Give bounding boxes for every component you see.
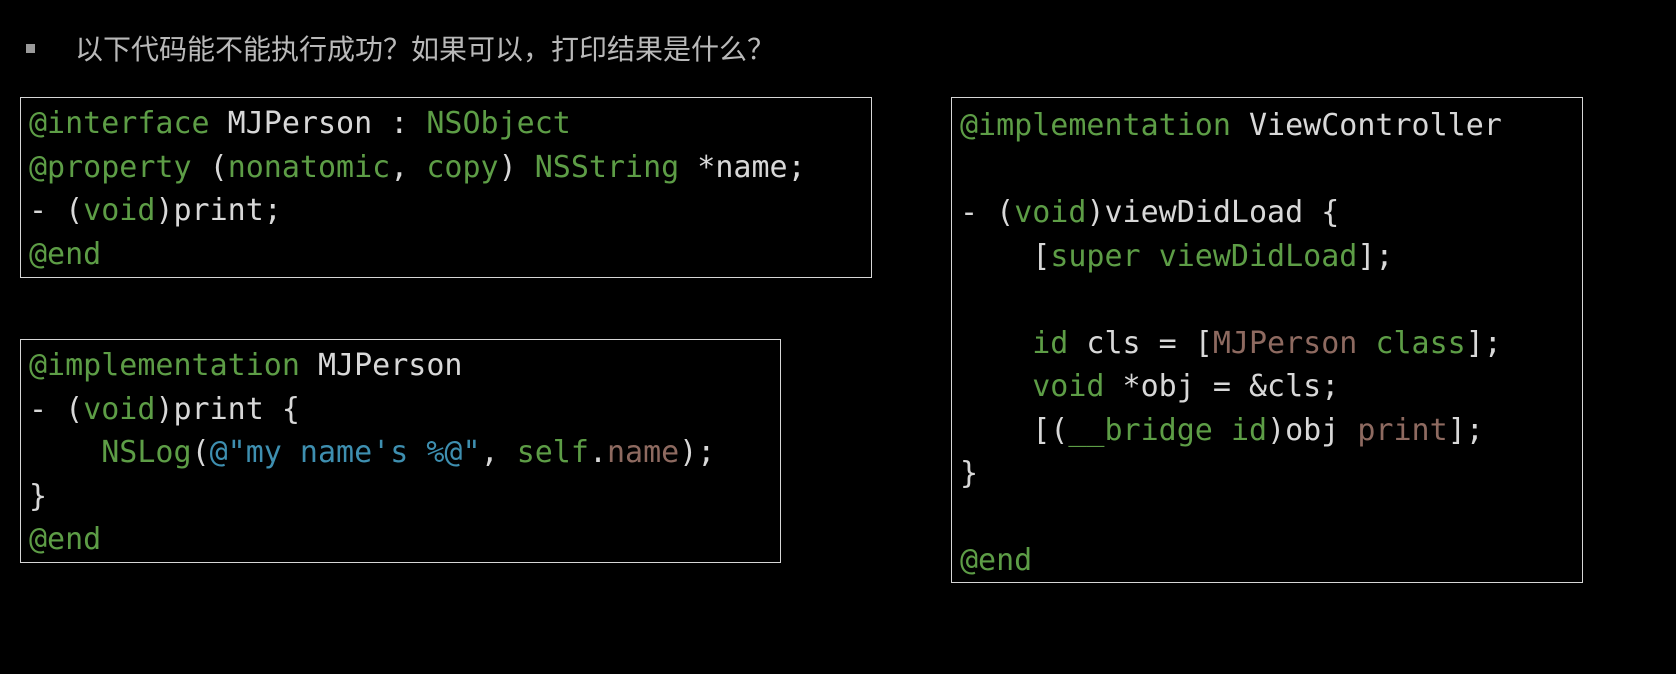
code-token: NSString (534, 149, 680, 185)
code-token: @end (960, 543, 1033, 578)
code-block-implementation: @implementation MJPerson - (void)print { … (20, 339, 781, 563)
code-token: nonatomic (227, 149, 391, 185)
code-token: id (1032, 325, 1069, 361)
code-line: - (void)print; (29, 189, 871, 233)
code-token: @property (29, 149, 192, 185)
code-token: class (1375, 325, 1466, 361)
code-token: void (83, 193, 156, 228)
code-token: @end (29, 236, 102, 272)
code-token: )print { (155, 391, 300, 427)
code-token: ) (498, 149, 535, 185)
code-token: void (1014, 195, 1087, 230)
code-token: copy (426, 149, 499, 185)
code-line: [(__bridge id)obj print]; (960, 409, 1582, 453)
code-token: ]; (1447, 412, 1484, 448)
code-token: name (607, 435, 680, 470)
code-token: self (516, 435, 589, 470)
code-token: @end (29, 522, 102, 557)
code-line: @interface MJPerson : NSObject (29, 102, 871, 146)
code-token: } (960, 456, 979, 491)
question-text: 以下代码能不能执行成功？如果可以，打印结果是什么？ (75, 33, 776, 66)
code-token: ( (191, 435, 210, 470)
code-token: ( (191, 149, 228, 185)
code-token: } (29, 478, 48, 514)
code-token: [( (960, 412, 1069, 448)
code-line: @end (960, 539, 1582, 583)
code-token: . (588, 435, 607, 470)
code-line: @property (nonatomic, copy) NSString *na… (29, 146, 871, 190)
code-token: ]; (1357, 238, 1394, 274)
code-line: - (void)print { (29, 388, 780, 432)
code-line: [super viewDidLoad]; (960, 235, 1582, 279)
code-token: MJPerson (1212, 325, 1358, 361)
code-token: __bridge (1068, 412, 1213, 448)
code-token: *obj = &cls; (1104, 369, 1340, 404)
code-line: } (29, 475, 780, 519)
code-line: id cls = [MJPerson class]; (960, 322, 1582, 366)
code-token: void (1032, 369, 1105, 404)
code-line: @implementation MJPerson (29, 344, 780, 388)
code-token: @implementation (960, 108, 1231, 143)
code-token: - ( (29, 391, 84, 427)
code-token: NSLog (101, 435, 192, 470)
code-token: @implementation (29, 348, 300, 383)
code-token: , (390, 149, 427, 185)
code-token: - ( (29, 193, 84, 228)
code-token: ); (679, 435, 716, 470)
code-token: *name; (679, 149, 806, 185)
code-line: @end (29, 518, 780, 562)
code-token: )obj (1267, 412, 1358, 448)
code-token: cls = [ (1068, 325, 1213, 361)
code-line: void *obj = &cls; (960, 365, 1582, 409)
code-token: super (1050, 238, 1141, 274)
code-line: } (960, 452, 1582, 496)
code-token: print (1357, 412, 1448, 448)
code-token: id (1230, 412, 1268, 448)
code-token: @interface (29, 106, 210, 141)
code-token: void (83, 391, 156, 427)
code-token: viewDidLoad (1158, 238, 1358, 274)
code-block-interface: @interface MJPerson : NSObject @property … (20, 97, 872, 278)
code-line: - (void)viewDidLoad { (960, 191, 1582, 235)
code-token: MJPerson (299, 348, 463, 383)
code-token: ]; (1465, 325, 1502, 361)
code-token: @"my name's %@" (209, 435, 481, 470)
code-line: @implementation ViewController (960, 104, 1582, 148)
code-token: MJPerson : (209, 106, 427, 141)
code-block-viewcontroller: @implementation ViewController - (void)vi… (951, 97, 1583, 583)
bullet-icon (26, 43, 35, 53)
code-token: NSObject (426, 106, 571, 141)
code-token: )viewDidLoad { (1086, 195, 1340, 230)
code-token: , (480, 435, 517, 470)
code-token: ViewController (1230, 108, 1502, 143)
code-token: [ (960, 238, 1051, 274)
code-token: )print; (155, 193, 282, 228)
question-heading: 以下代码能不能执行成功？如果可以，打印结果是什么？ (26, 26, 775, 70)
code-token: - ( (960, 195, 1015, 230)
code-line: NSLog(@"my name's %@", self.name); (29, 431, 780, 475)
code-line: @end (29, 233, 871, 277)
